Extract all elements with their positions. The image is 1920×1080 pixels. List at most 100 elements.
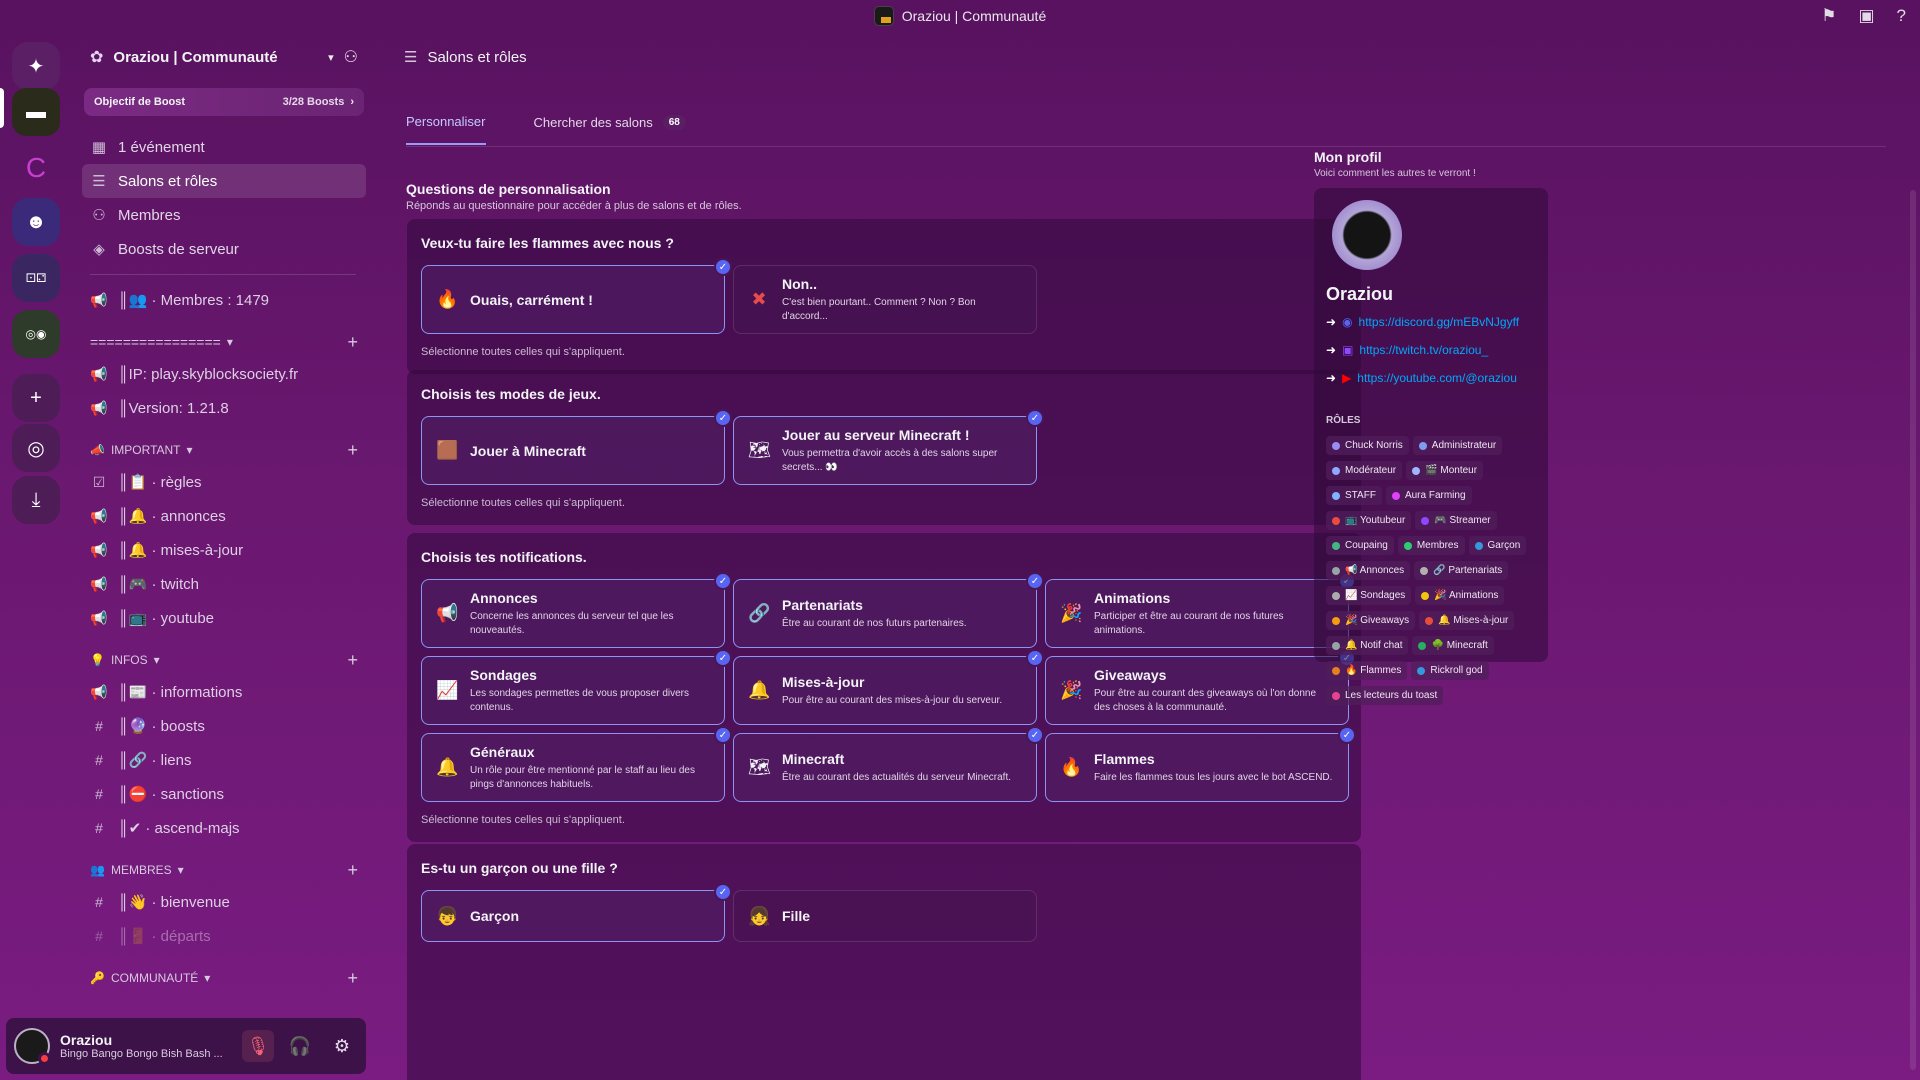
server-pixel-icon[interactable]: ☻ (12, 198, 60, 246)
avatar[interactable] (14, 1028, 51, 1065)
option-card[interactable]: ✖ Non.. C'est bien pourtant.. Comment ? N… (733, 265, 1037, 334)
option-card[interactable]: ✓ 🔥 Flammes Faire les flammes tous les jour… (1045, 726, 1356, 802)
add-channel-icon[interactable]: + (347, 650, 358, 671)
role-badge[interactable]: Membres (1397, 536, 1465, 555)
add-server-icon[interactable]: + (12, 374, 60, 422)
guild-header[interactable]: ✿ Oraziou | Communauté ▾ ⚇ (72, 32, 374, 82)
role-badge[interactable]: Garçon (1468, 536, 1527, 555)
settings-button[interactable]: ⚙ (326, 1030, 358, 1062)
channel-item[interactable]: # ║🔮 · boosts (82, 709, 366, 743)
role-badge[interactable]: 📈 Sondages (1326, 586, 1412, 605)
option-card[interactable]: ✓ 🗺 Minecraft Être au courant des actualité… (733, 726, 1044, 802)
channel-item[interactable]: 📢 ║Version: 1.21.8 (82, 391, 366, 425)
channel-item[interactable]: 📢 ║🎮 · twitch (82, 567, 366, 601)
inbox-icon[interactable]: ▣ (1858, 6, 1874, 26)
role-name: Administrateur (1431, 440, 1497, 451)
role-badge[interactable]: 🎬 Monteur (1406, 461, 1484, 480)
option-card[interactable]: ✓ 🔥 Ouais, carrément ! (421, 258, 732, 334)
add-channel-icon[interactable]: + (347, 968, 358, 989)
server-c-icon[interactable]: C (12, 144, 60, 192)
option-card[interactable]: ✓ 🔔 Mises-à-jour Pour être au courant des m… (733, 649, 1044, 725)
explore-icon[interactable]: ◎ (12, 424, 60, 472)
role-badge[interactable]: 🔥 Flammes (1326, 661, 1408, 680)
channel-item[interactable]: 📢 ║🔔 · mises-à-jour (82, 533, 366, 567)
scrollbar[interactable] (1910, 190, 1916, 1070)
nav-channels-roles[interactable]: ☰ Salons et rôles (82, 164, 366, 198)
role-badge[interactable]: Modérateur (1326, 461, 1403, 480)
nav-boosts[interactable]: ◈ Boosts de serveur (82, 232, 366, 266)
add-channel-icon[interactable]: + (347, 332, 358, 353)
role-badge[interactable]: Rickroll god (1411, 661, 1489, 680)
role-badge[interactable]: 🎉 Giveaways (1326, 611, 1416, 630)
server-oraziou-icon[interactable]: ▬ (12, 88, 60, 136)
option-card[interactable]: ✓🎉GiveawaysPour être au courant des give… (1045, 649, 1356, 725)
option-card[interactable]: ✓ 👦 Garçon (421, 883, 732, 942)
discord-home-icon[interactable]: ✦ (12, 42, 60, 90)
role-name: Chuck Norris (1345, 440, 1403, 451)
option-card[interactable]: ✓ 🟫 Jouer à Minecraft (421, 409, 732, 485)
role-badge[interactable]: 🌳 Minecraft (1412, 636, 1494, 655)
boost-goal[interactable]: Objectif de Boost 3/28 Boosts › (84, 88, 364, 116)
option-card[interactable]: ✓ 🔔 Généraux Un rôle pour être mentionné pa… (421, 726, 732, 802)
channel-item[interactable]: 📢 ║📺 · youtube (82, 601, 366, 635)
role-badge[interactable]: 📺 Youtubeur (1326, 511, 1412, 530)
channel-item[interactable]: 📢 ║📰 · informations (82, 675, 366, 709)
tab-customize[interactable]: Personnaliser (406, 114, 486, 145)
role-badge[interactable]: 🔗 Partenariats (1414, 561, 1509, 580)
channel-item[interactable]: 📢 ║👥 · Membres : 1479 (82, 283, 366, 317)
category-header[interactable]: 👥 MEMBRES ▾ + (72, 855, 374, 885)
tab-browse-channels[interactable]: Chercher des salons 68 (534, 114, 686, 145)
channel-item[interactable]: 📢 ║🔔 · annonces (82, 499, 366, 533)
role-color-dot (1332, 541, 1340, 550)
category-header[interactable]: 💡 INFOS ▾ + (72, 645, 374, 675)
option-card[interactable]: ✓ 🔗 Partenariats Être au courant de nos fut… (733, 572, 1044, 648)
channel-item[interactable]: # ║⛔ · sanctions (82, 777, 366, 811)
download-icon[interactable]: ⤓ (12, 476, 60, 524)
option-card[interactable]: 👧 Fille (733, 890, 1037, 942)
role-badge[interactable]: Aura Farming (1385, 486, 1472, 505)
add-channel-icon[interactable]: + (347, 860, 358, 881)
role-badge[interactable]: Les lecteurs du toast (1326, 686, 1444, 705)
server-folder-icon[interactable]: ⚀⚁ (12, 254, 60, 302)
profile-link[interactable]: ➜ ◉ https://discord.gg/mEBvNJgyff (1326, 315, 1536, 329)
category-header[interactable]: 🔑 COMMUNAUTÉ ▾ + (72, 963, 374, 993)
add-channel-icon[interactable]: + (347, 440, 358, 461)
help-icon[interactable]: ? (1897, 6, 1906, 26)
role-badge[interactable]: Chuck Norris (1326, 436, 1409, 455)
nav-members[interactable]: ⚇ Membres (82, 198, 366, 232)
role-color-dot (1418, 441, 1427, 450)
channel-item[interactable]: # ║🔗 · liens (82, 743, 366, 777)
category-header[interactable]: ================ ▾ + (72, 327, 374, 357)
option-card[interactable]: ✓ 📢 Annonces Concerne les annonces du serve… (421, 572, 732, 648)
deafen-button[interactable]: 🎧 (284, 1030, 316, 1062)
category-header[interactable]: 📣 IMPORTANT ▾ + (72, 435, 374, 465)
invite-icon[interactable]: ⚇ (344, 47, 358, 67)
role-color-dot (1332, 491, 1340, 500)
role-badge[interactable]: STAFF (1326, 486, 1382, 505)
channel-item[interactable]: # ║👋 · bienvenue (82, 885, 366, 919)
profile-avatar[interactable] (1332, 200, 1402, 270)
role-badge[interactable]: 🎮 Streamer (1415, 511, 1497, 530)
check-icon: ✓ (1026, 649, 1044, 667)
mute-button[interactable]: 🎙 (242, 1030, 274, 1062)
channel-item[interactable]: 📢 ║IP: play.skyblocksociety.fr (82, 357, 366, 391)
option-card[interactable]: ✓ 🗺 Jouer au serveur Minecraft ! Vous per… (733, 409, 1044, 485)
role-badge[interactable]: 🔔 Notif chat (1326, 636, 1409, 655)
role-badge[interactable]: 📢 Annonces (1326, 561, 1411, 580)
profile-link[interactable]: ➜ ▣ https://twitch.tv/oraziou_ (1326, 343, 1536, 357)
server-pill (0, 88, 4, 128)
flag-icon[interactable]: ⚑ (1821, 6, 1836, 26)
role-badge[interactable]: Administrateur (1412, 436, 1503, 455)
nav-events[interactable]: ▦ 1 événement (82, 130, 366, 164)
role-badge[interactable]: 🎉 Animations (1415, 586, 1505, 605)
profile-link[interactable]: ➜ ▶ https://youtube.com/@oraziou (1326, 371, 1536, 385)
channel-item[interactable]: # ║🚪 · départs (82, 919, 366, 953)
option-card[interactable]: ✓ 📈 Sondages Les sondages permettes de vous… (421, 649, 732, 725)
server-folder2-icon[interactable]: ◎◉ (12, 310, 60, 358)
role-badge[interactable]: 🔔 Mises-à-jour (1419, 611, 1515, 630)
role-badge[interactable]: Coupaing (1326, 536, 1394, 555)
question-block: Choisis tes modes de jeux. ✓ 🟫 Jouer à M… (407, 370, 1361, 525)
channel-item[interactable]: # ║✔ · ascend-majs (82, 811, 366, 845)
option-card[interactable]: ✓🎉AnimationsParticiper et être au couran… (1045, 572, 1356, 648)
channel-item[interactable]: ☑ ║📋 · règles (82, 465, 366, 499)
